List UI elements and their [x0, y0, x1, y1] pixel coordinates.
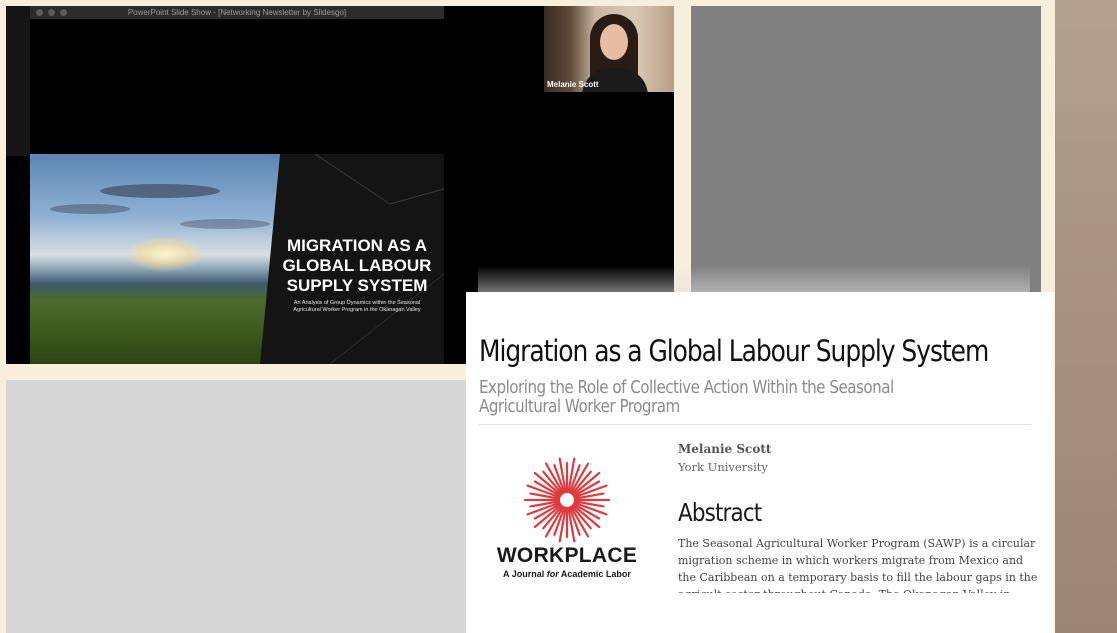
presentation-slide: MIGRATION AS A GLOBAL LABOUR SUPPLY SYST…: [30, 154, 444, 364]
participant-name-label: Melanie Scott: [547, 80, 599, 89]
window-edge: [6, 6, 30, 156]
article-subtitle: Exploring the Role of Collective Action …: [479, 377, 894, 417]
abstract-heading: Abstract: [678, 498, 762, 527]
author-affiliation: York University: [678, 460, 768, 474]
slide-subtitle: An Analysis of Group Dynamics within the…: [293, 300, 421, 313]
sunburst-logo-icon: [523, 457, 611, 543]
powerpoint-titlebar[interactable]: PowerPoint Slide Show - [Networking News…: [30, 6, 444, 19]
participant-tile-placeholder: [691, 6, 1041, 292]
author-name: Melanie Scott: [678, 442, 772, 456]
slide-title: MIGRATION AS A GLOBAL LABOUR SUPPLY SYST…: [282, 236, 432, 295]
participant-video[interactable]: Melanie Scott: [544, 6, 674, 92]
background-strip: [1055, 0, 1117, 633]
empty-tile: [6, 380, 468, 633]
logo-wordmark: WORKPLACE: [496, 544, 638, 567]
article-title: Migration as a Global Labour Supply Syst…: [479, 334, 989, 368]
divider: [479, 424, 1031, 425]
abstract-text: The Seasonal Agricultural Worker Program…: [678, 537, 1038, 593]
window-title: PowerPoint Slide Show - [Networking News…: [127, 8, 347, 17]
logo-tagline: A Journal for Academic Labor: [503, 569, 631, 579]
workplace-journal-logo: WORKPLACE A Journal for Academic Labor: [490, 452, 644, 582]
